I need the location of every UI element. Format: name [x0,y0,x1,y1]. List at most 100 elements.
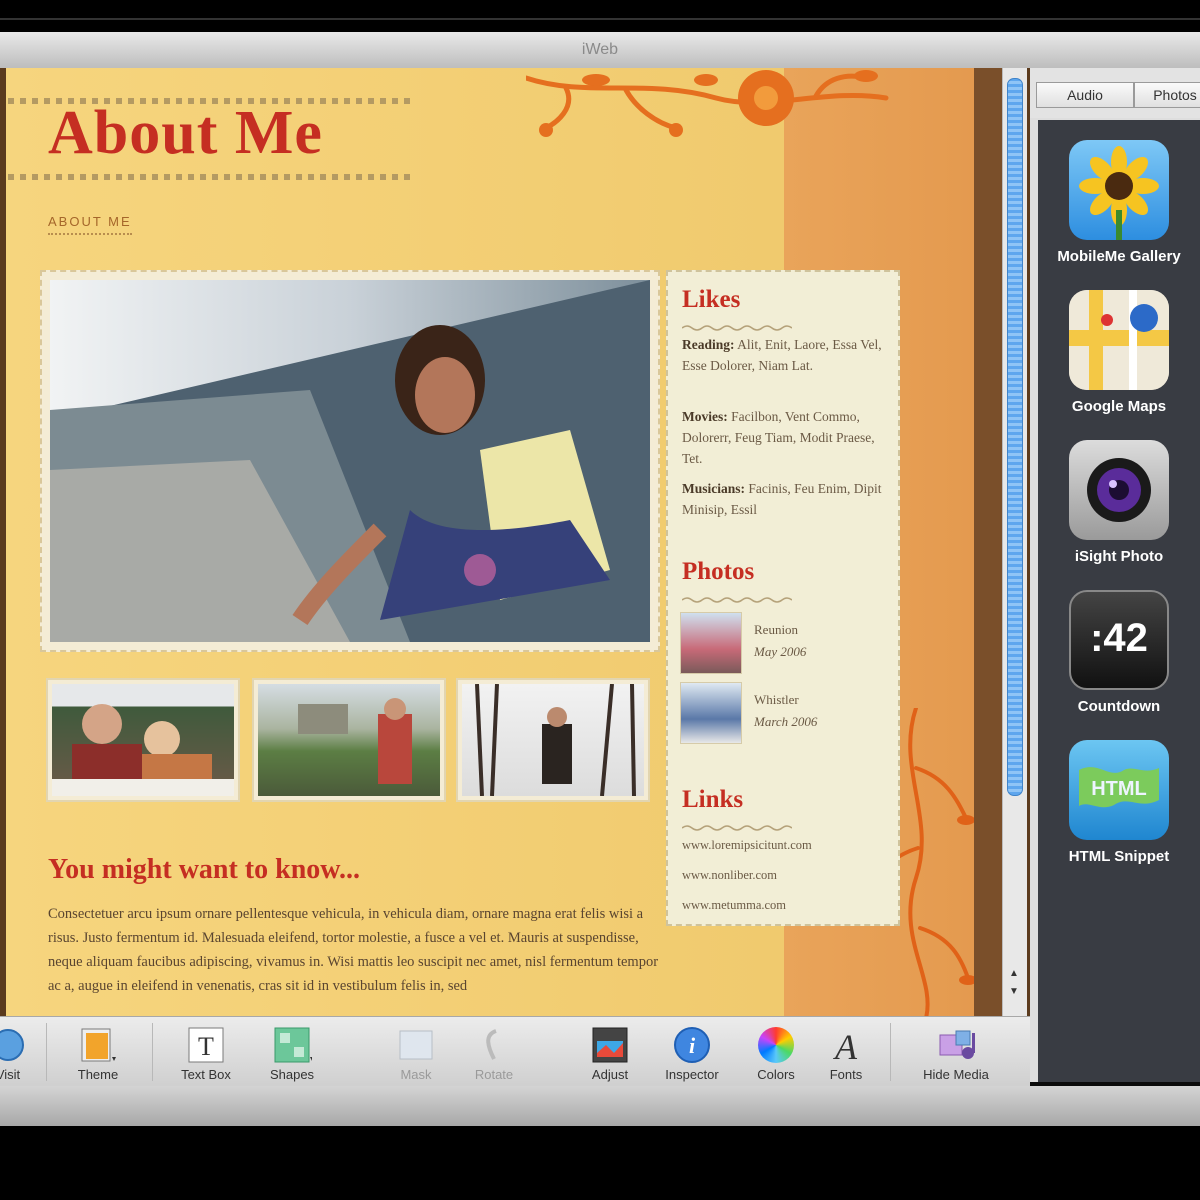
page-title[interactable]: About Me [48,98,323,169]
widget-label: HTML Snippet [1068,848,1170,865]
toolbar-label: Hide Media [923,1067,989,1082]
photos-heading[interactable]: Photos [682,558,754,586]
album-name: Whistler [754,692,799,707]
toolbar-divider [152,1023,153,1081]
album-thumbnail [680,612,742,674]
thumbnail-photo-1[interactable] [46,678,240,802]
shapes-button[interactable]: Shapes [252,1025,332,1082]
main-photo-frame[interactable] [40,270,660,652]
photo-album-item[interactable]: Whistler March 2006 [680,682,890,746]
toolbar-label: Shapes [269,1067,315,1082]
html-globe-icon: HTML [1069,740,1169,840]
widget-google-maps[interactable]: Google Maps [1038,290,1200,415]
likes-label: Reading: [682,337,735,352]
mask-button[interactable]: Mask [376,1025,456,1082]
media-tabs: Audio Photos [1030,68,1200,118]
fonts-button[interactable]: A Fonts [806,1025,886,1082]
likes-movies[interactable]: Movies: Facilbon, Vent Commo, Dolorerr, … [682,406,888,469]
camera-lens-icon [1069,440,1169,540]
tab-audio[interactable]: Audio [1036,82,1134,108]
nav-link-about-me[interactable]: ABOUT ME [48,214,132,235]
likes-label: Movies: [682,409,728,424]
likes-label: Musicians: [682,481,746,496]
hide-media-icon [936,1025,976,1065]
media-browser[interactable]: Audio Photos MobileMe Gallery Google Map… [1030,68,1200,1082]
toolbar-label: Colors [757,1067,795,1082]
countdown-value: :42 [1090,616,1148,660]
widget-html-snippet[interactable]: HTML HTML Snippet [1038,740,1200,865]
window-titlebar[interactable]: iWeb [0,32,1200,69]
widget-countdown[interactable]: :42 Countdown [1038,590,1200,715]
widget-mobileme-gallery[interactable]: MobileMe Gallery [1038,140,1200,265]
thumbnail-photo-2[interactable] [252,678,446,802]
title-rule-bottom [8,174,416,180]
toolbar-label: Visit [0,1067,21,1082]
album-date: May 2006 [754,644,807,659]
window-bottom-bar [0,1086,1200,1126]
toolbar-label: Fonts [829,1067,863,1082]
widget-label: Google Maps [1071,398,1167,415]
svg-text:A: A [833,1027,858,1065]
widget-label: Countdown [1077,698,1161,715]
colors-icon [756,1025,796,1065]
text-box-icon: T [186,1025,226,1065]
visit-icon [0,1025,28,1065]
links-heading[interactable]: Links [682,786,743,814]
window-title: iWeb [581,41,619,58]
toolbar-label: Mask [400,1067,432,1082]
sunflower-gallery-icon [1069,140,1169,240]
toolbar-label: Inspector [665,1067,719,1082]
section-heading-know[interactable]: You might want to know... [48,854,360,886]
colors-button[interactable]: Colors [736,1025,816,1082]
inspector-icon: i [672,1025,712,1065]
floral-decoration-top [526,70,889,137]
visit-button[interactable]: Visit [0,1025,48,1082]
toolbar-label: Theme [77,1067,119,1082]
sidebar-link[interactable]: www.metumma.com [682,898,786,913]
page-canvas[interactable]: About Me ABOUT ME You might want to know… [0,68,1030,1016]
theme-button[interactable]: Theme [58,1025,138,1082]
tab-photos[interactable]: Photos [1134,82,1200,108]
widget-label: MobileMe Gallery [1057,248,1181,265]
web-page[interactable]: About Me ABOUT ME You might want to know… [6,68,974,1016]
album-thumbnail [680,682,742,744]
toolbar-divider [890,1023,891,1081]
album-name: Reunion [754,622,799,637]
likes-reading[interactable]: Reading: Alit, Enit, Laore, Essa Vel, Es… [682,334,888,376]
photo-album-item[interactable]: Reunion May 2006 [680,612,890,676]
shapes-icon [272,1025,312,1065]
scroll-up-arrow-icon[interactable]: ▲ [1009,968,1019,979]
main-photo-image [50,280,650,642]
album-date: March 2006 [754,714,818,729]
widget-isight-photo[interactable]: iSight Photo [1038,440,1200,565]
likes-musicians[interactable]: Musicians: Facinis, Feu Enim, Dipit Mini… [682,478,888,520]
adjust-icon [590,1025,630,1065]
main-photo[interactable] [50,280,650,642]
text-box-button[interactable]: T Text Box [166,1025,246,1082]
screen-bezel-bottom [0,1126,1200,1200]
sidebar-link[interactable]: www.loremipsicitunt.com [682,838,812,853]
thumbnail-image [52,684,234,796]
svg-text:T: T [198,1032,214,1061]
thumbnail-photo-3[interactable] [456,678,650,802]
rotate-button[interactable]: Rotate [454,1025,534,1082]
thumbnail-image [462,684,644,796]
sidebar-panel[interactable]: Likes Reading: Alit, Enit, Laore, Essa V… [666,270,900,926]
adjust-button[interactable]: Adjust [570,1025,650,1082]
hide-media-button[interactable]: Hide Media [916,1025,996,1082]
screen-bezel-top [0,0,1200,32]
likes-heading[interactable]: Likes [682,286,740,314]
vertical-scrollbar[interactable]: ▲ ▼ [1002,68,1027,1016]
widget-label: iSight Photo [1074,548,1164,565]
rotate-icon [474,1025,514,1065]
wavy-rule [682,325,792,331]
page-edge [974,68,1002,1016]
section-body-text[interactable]: Consectetuer arcu ipsum ornare pellentes… [48,902,668,998]
toolbar-divider [46,1023,47,1081]
mask-icon [396,1025,436,1065]
scrollbar-thumb[interactable] [1007,78,1023,796]
sidebar-link[interactable]: www.nonliber.com [682,868,777,883]
bottom-toolbar: Visit Theme T Text Box Shapes Mask Rotat… [0,1016,1030,1087]
inspector-button[interactable]: i Inspector [652,1025,732,1082]
scroll-down-arrow-icon[interactable]: ▼ [1009,986,1019,997]
